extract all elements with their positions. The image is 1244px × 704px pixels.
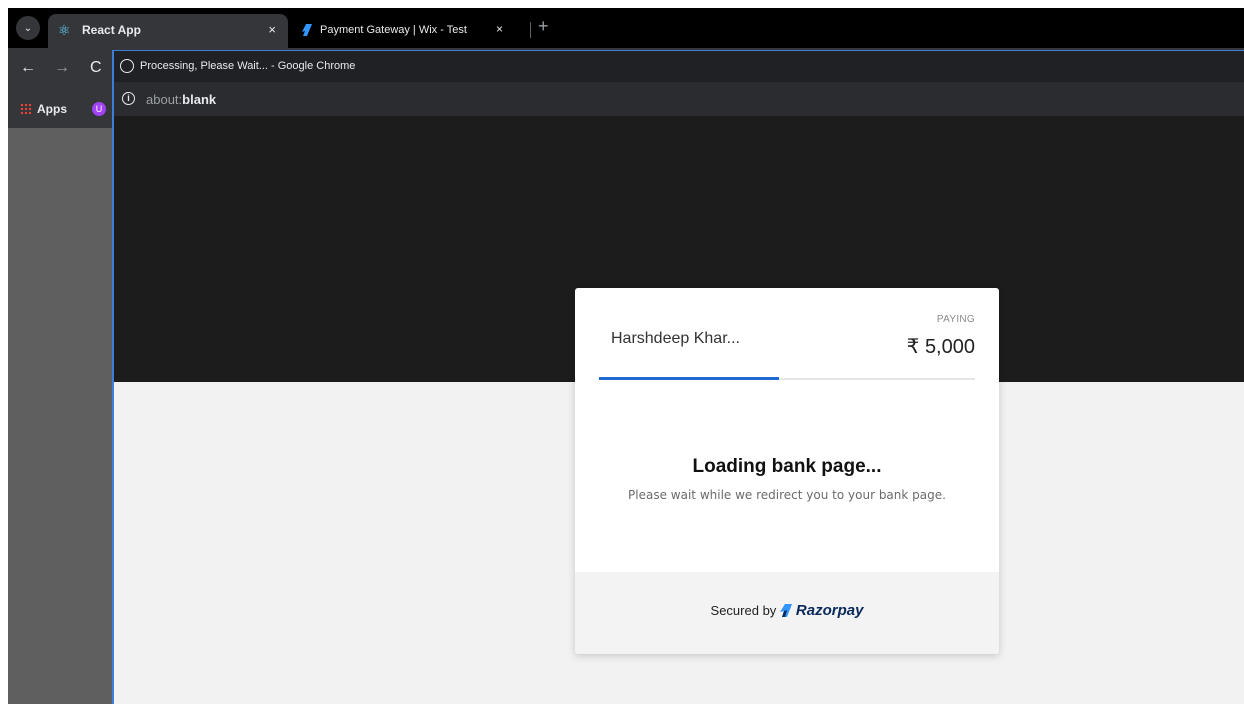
forward-arrow-icon[interactable]: → bbox=[54, 59, 70, 77]
react-icon: ⚛ bbox=[58, 22, 71, 38]
payment-amount: ₹ 5,000 bbox=[906, 336, 975, 358]
tab-react-app[interactable]: ⚛ React App × bbox=[48, 14, 288, 48]
razorpay-brand: Razorpay bbox=[795, 602, 864, 619]
apps-grid-icon bbox=[20, 103, 32, 115]
tab-strip: ⌄ ⚛ React App × Payment Gateway | Wix - … bbox=[8, 8, 1244, 48]
popup-url: about:blank bbox=[146, 92, 216, 107]
razorpay-logo-icon bbox=[779, 604, 792, 617]
info-icon[interactable]: i bbox=[122, 92, 135, 105]
secured-by-label: Secured by bbox=[710, 603, 777, 618]
loading-title: Loading bank page... bbox=[692, 456, 882, 477]
tab-title: React App bbox=[82, 23, 141, 37]
tab-close-icon[interactable]: × bbox=[496, 22, 503, 36]
url-scheme: about: bbox=[146, 92, 183, 107]
back-arrow-icon[interactable]: ← bbox=[20, 59, 36, 77]
underlying-page bbox=[8, 128, 112, 704]
paying-label: PAYING bbox=[936, 314, 975, 325]
tab-title: Payment Gateway | Wix - Test bbox=[320, 24, 467, 36]
card-footer: Secured by Razorpay bbox=[575, 572, 999, 654]
progress-bar bbox=[599, 377, 779, 380]
bookmark-icon[interactable]: U bbox=[92, 102, 106, 116]
tab-close-icon[interactable]: × bbox=[268, 22, 276, 37]
bookmark-apps-label: Apps bbox=[37, 102, 67, 116]
reload-icon[interactable]: C bbox=[90, 59, 102, 77]
popup-address-bar: i about:blank bbox=[114, 82, 1244, 116]
tab-payment-gateway[interactable]: Payment Gateway | Wix - Test × bbox=[296, 14, 526, 48]
bookmark-apps[interactable]: Apps bbox=[20, 102, 67, 116]
loading-subtitle: Please wait while we redirect you to you… bbox=[628, 488, 946, 502]
popup-titlebar: Processing, Please Wait... - Google Chro… bbox=[114, 51, 1244, 82]
merchant-name: Harshdeep Khar... bbox=[611, 330, 740, 347]
secured-by-line: Secured by Razorpay bbox=[575, 602, 999, 619]
new-tab-button[interactable]: + bbox=[538, 16, 549, 37]
tab-separator bbox=[530, 22, 531, 38]
razorpay-favicon-icon bbox=[302, 24, 312, 36]
tab-search-button[interactable]: ⌄ bbox=[16, 16, 40, 40]
url-path: blank bbox=[182, 92, 217, 107]
razorpay-checkout-card: Harshdeep Khar... PAYING ₹ 5,000 Loading… bbox=[575, 288, 999, 654]
popup-window-title: Processing, Please Wait... - Google Chro… bbox=[140, 60, 356, 72]
globe-icon bbox=[120, 59, 134, 73]
